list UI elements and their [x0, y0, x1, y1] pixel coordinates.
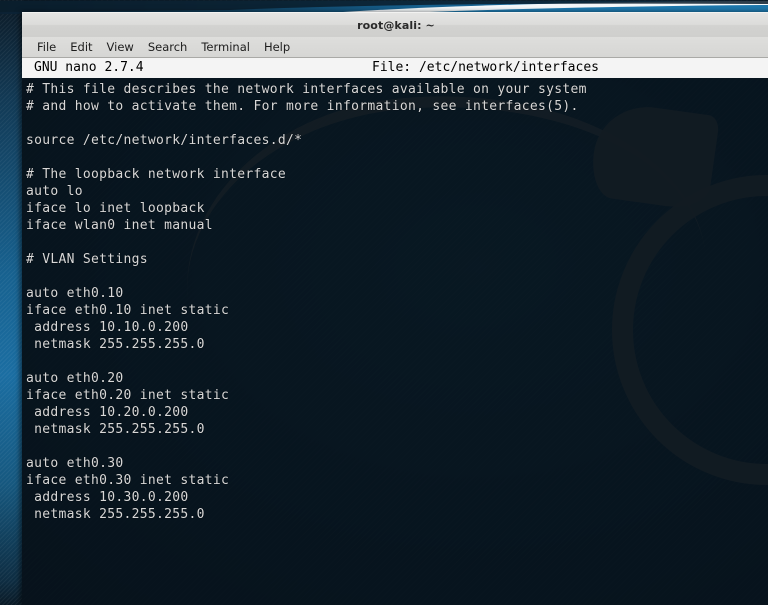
nano-text-line	[26, 438, 768, 455]
nano-text-line: iface wlan0 inet manual	[26, 218, 213, 233]
nano-text-line: iface lo inet loopback	[26, 201, 205, 216]
nano-text-line: auto eth0.20	[26, 371, 124, 386]
nano-text-line	[26, 523, 768, 540]
nano-text-line: auto eth0.30	[26, 456, 124, 471]
nano-text-line: source /etc/network/interfaces.d/*	[26, 133, 303, 148]
nano-text-line: auto lo	[26, 184, 83, 199]
menu-item-view[interactable]: View	[100, 39, 141, 55]
window-titlebar[interactable]: root@kali: ~	[22, 12, 768, 37]
nano-filename-label: File: /etc/network/interfaces	[372, 60, 599, 75]
terminal-window[interactable]: root@kali: ~ File Edit View Search Termi…	[22, 12, 768, 605]
nano-text-line	[26, 353, 768, 370]
nano-header-bar: GNU nano 2.7.4 File: /etc/network/interf…	[22, 58, 768, 78]
nano-text-area[interactable]: # This file describes the network interf…	[22, 78, 768, 605]
menu-item-terminal[interactable]: Terminal	[194, 39, 257, 55]
nano-text-line	[26, 540, 768, 557]
desktop: root@kali: ~ File Edit View Search Termi…	[0, 0, 768, 605]
nano-text-line: # VLAN Settings	[26, 252, 148, 267]
nano-text-line: # The loopback network interface	[26, 167, 287, 182]
nano-text-line: iface eth0.20 inet static	[26, 388, 230, 403]
menu-bar[interactable]: File Edit View Search Terminal Help	[22, 37, 768, 58]
menu-item-search[interactable]: Search	[141, 39, 195, 55]
nano-text-line	[26, 268, 768, 285]
nano-version-label: GNU nano 2.7.4	[34, 60, 144, 75]
nano-text-line	[26, 234, 768, 251]
nano-text-line: netmask 255.255.255.0	[26, 422, 205, 437]
nano-text-line	[26, 115, 768, 132]
nano-text-line: iface eth0.30 inet static	[26, 473, 230, 488]
menu-item-help[interactable]: Help	[257, 39, 297, 55]
wallpaper-left-band	[0, 0, 22, 605]
nano-text-line: netmask 255.255.255.0	[26, 507, 205, 522]
nano-text-line: address 10.10.0.200	[26, 320, 189, 335]
nano-text-line: auto eth0.10	[26, 286, 124, 301]
nano-text-line	[26, 557, 768, 574]
nano-text-line: address 10.20.0.200	[26, 405, 189, 420]
nano-text-line: iface eth0.10 inet static	[26, 303, 230, 318]
nano-text-line: address 10.30.0.200	[26, 490, 189, 505]
menu-item-edit[interactable]: Edit	[63, 39, 99, 55]
menu-item-file[interactable]: File	[30, 39, 63, 55]
nano-text-line	[26, 574, 768, 591]
nano-text-line: netmask 255.255.255.0	[26, 337, 205, 352]
window-title: root@kali: ~	[357, 18, 435, 32]
nano-text-line	[26, 149, 768, 166]
nano-text-line: # This file describes the network interf…	[26, 82, 587, 97]
nano-text-line: # and how to activate them. For more inf…	[26, 99, 579, 114]
